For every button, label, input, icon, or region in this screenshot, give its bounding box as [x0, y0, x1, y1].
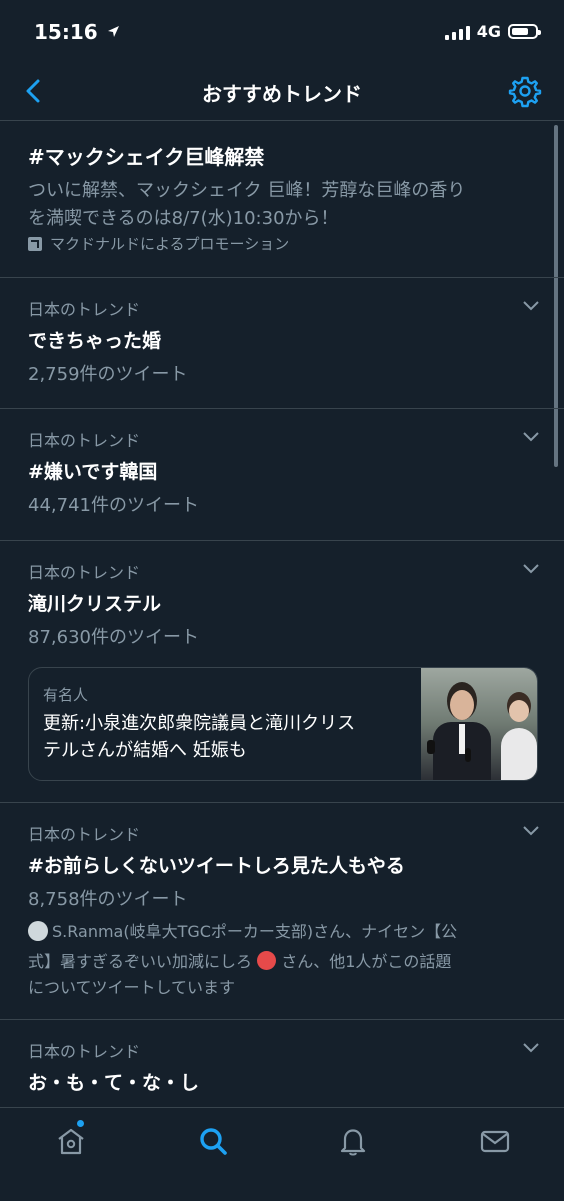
news-headline-line1: 更新:小泉進次郎衆院議員と滝川クリス: [43, 713, 356, 734]
status-indicators: 4G: [444, 22, 541, 41]
social-context-line2: 式】暑すぎるぞいい加減にしろ さん、他1人がこの話題: [28, 947, 538, 977]
trend-item[interactable]: 日本のトレンド #お前らしくないツイートしろ見た人もやる 8,758件のツイート…: [0, 803, 564, 1020]
trend-count: 8,758件のツイート: [28, 889, 188, 910]
status-bar: 15:16 4G: [0, 0, 564, 68]
social-context-text3: についてツイートしています: [28, 978, 236, 997]
news-thumbnail: [421, 668, 537, 780]
signal-icon: [444, 24, 470, 40]
home-notification-dot: [77, 1120, 84, 1127]
home-icon[interactable]: [54, 1124, 88, 1158]
location-arrow-icon: [107, 26, 119, 37]
network-type: 4G: [476, 22, 501, 41]
trend-name: #マックシェイク巨峰解禁: [28, 145, 265, 169]
promoted-by: マクドナルドによるプロモーション: [28, 233, 289, 254]
social-context-text2a: 式】暑すぎるぞいい加減にしろ: [28, 952, 253, 971]
battery-icon: [508, 24, 541, 39]
chevron-down-icon[interactable]: [522, 298, 540, 312]
social-context-text2b: さん、他1人がこの話題: [281, 952, 452, 971]
chevron-down-icon[interactable]: [522, 561, 540, 575]
trend-name: #嫌いです韓国: [28, 461, 158, 483]
trends-list[interactable]: #マックシェイク巨峰解禁 ついに解禁、マックシェイク 巨峰！芳醇な巨峰の香り を…: [0, 121, 564, 1107]
promoted-icon: [28, 236, 42, 251]
promoted-trend[interactable]: #マックシェイク巨峰解禁 ついに解禁、マックシェイク 巨峰！芳醇な巨峰の香り を…: [0, 121, 564, 278]
promoted-description-line2: を満喫できるのは8/7(水)10:30から！: [28, 208, 339, 229]
mail-icon[interactable]: [478, 1124, 512, 1158]
trend-item[interactable]: 日本のトレンド お・も・て・な・し: [0, 1020, 564, 1107]
trend-name: できちゃった婚: [28, 330, 162, 352]
trend-item[interactable]: 日本のトレンド 滝川クリステル 87,630件のツイート 有名人 更新:小泉進次…: [0, 541, 564, 803]
trend-count: 87,630件のツイート: [28, 627, 199, 648]
social-context-line1: S.Ranma(岐阜大TGCポーカー支部)さん、ナイセン【公: [28, 917, 538, 947]
news-headline-line2: テルさんが結婚へ 妊娠も: [43, 740, 247, 761]
header: おすすめトレンド: [0, 68, 564, 121]
trend-name: 滝川クリステル: [28, 593, 162, 615]
trend-context: 日本のトレンド: [28, 1042, 141, 1061]
trend-name: お・も・て・な・し: [28, 1072, 200, 1094]
trend-item[interactable]: 日本のトレンド できちゃった婚 2,759件のツイート: [0, 278, 564, 409]
news-headline: 更新:小泉進次郎衆院議員と滝川クリス テルさんが結婚へ 妊娠も: [43, 710, 413, 764]
gear-icon[interactable]: [508, 74, 542, 108]
chevron-down-icon[interactable]: [522, 823, 540, 837]
trend-context: 日本のトレンド: [28, 431, 141, 450]
bell-icon[interactable]: [336, 1124, 370, 1158]
social-context: S.Ranma(岐阜大TGCポーカー支部)さん、ナイセン【公 式】暑すぎるぞいい…: [28, 917, 538, 999]
avatar: [28, 921, 48, 941]
trend-context: 日本のトレンド: [28, 563, 141, 582]
chevron-down-icon[interactable]: [522, 429, 540, 443]
trend-item[interactable]: 日本のトレンド #嫌いです韓国 44,741件のツイート: [0, 409, 564, 541]
promoted-description-line1: ついに解禁、マックシェイク 巨峰！芳醇な巨峰の香り: [28, 180, 466, 201]
tab-bar: [0, 1107, 564, 1201]
trend-context: 日本のトレンド: [28, 300, 141, 319]
trend-count: 44,741件のツイート: [28, 495, 199, 516]
search-icon[interactable]: [196, 1124, 230, 1158]
trend-count: 2,759件のツイート: [28, 364, 188, 385]
status-time: 15:16: [34, 20, 120, 44]
trend-context: 日本のトレンド: [28, 825, 141, 844]
hot-face-emoji-icon: [257, 951, 277, 970]
promoted-by-text: マクドナルドによるプロモーション: [50, 235, 290, 253]
news-category: 有名人: [43, 686, 89, 704]
status-time-text: 15:16: [34, 20, 98, 44]
page-title: おすすめトレンド: [202, 82, 362, 106]
chevron-down-icon[interactable]: [522, 1040, 540, 1054]
promoted-description: ついに解禁、マックシェイク 巨峰！芳醇な巨峰の香り を満喫できるのは8/7(水)…: [28, 177, 538, 233]
news-card[interactable]: 有名人 更新:小泉進次郎衆院議員と滝川クリス テルさんが結婚へ 妊娠も: [28, 667, 538, 781]
trend-name: #お前らしくないツイートしろ見た人もやる: [28, 855, 405, 877]
social-context-text1: S.Ranma(岐阜大TGCポーカー支部)さん、ナイセン【公: [52, 922, 458, 941]
